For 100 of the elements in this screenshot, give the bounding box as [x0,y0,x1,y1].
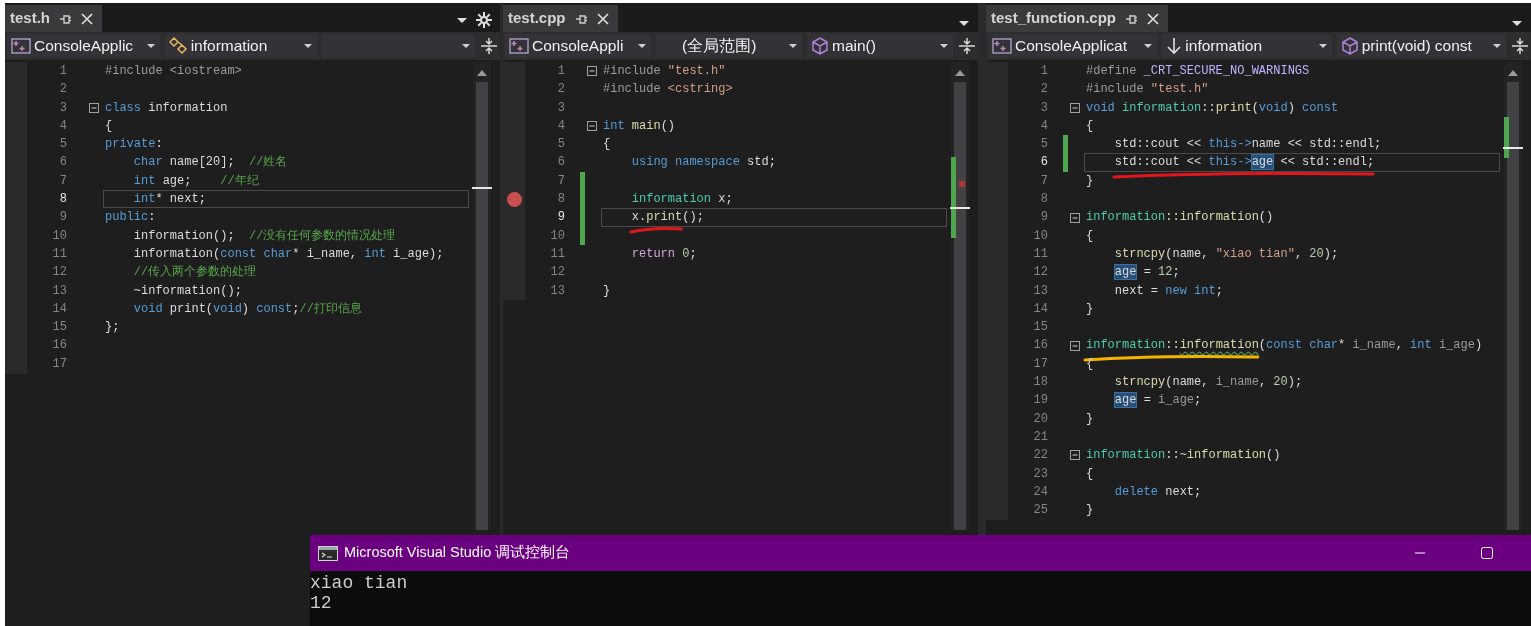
file-tab[interactable]: test.h [5,5,102,32]
code-line: ~information(); [132,282,243,300]
settings-icon[interactable] [476,12,492,28]
close-icon[interactable] [1146,11,1160,26]
code-line: return 0; [630,245,698,263]
line-number: 1 [1039,63,1048,80]
collapse-icon[interactable] [89,102,99,113]
collapse-icon[interactable] [587,66,597,77]
line-number: 4 [1039,117,1048,135]
line-number: 9 [556,209,565,227]
code-line: public: [104,209,157,227]
dropdown[interactable] [322,34,475,58]
code-line: private: [104,136,164,154]
minimize-icon[interactable] [1415,552,1425,554]
scrollbar-thumb[interactable] [476,82,488,530]
code-line: void information::print(void) const [1085,99,1340,117]
code-line: std::cout << this->name << std::endl; [1113,136,1383,154]
code-line: int main() [602,117,677,135]
dropdown-icon[interactable] [456,15,468,25]
scroll-up-arrow-icon[interactable] [954,68,966,77]
dropdown[interactable]: ConsoleAppli [505,34,651,58]
caret-icon [939,42,949,50]
code-line: { [1085,117,1095,135]
code-line: information x; [630,191,734,209]
line-number: 25 [1032,502,1048,520]
dropdown[interactable]: ConsoleApplicat [988,34,1158,58]
code-line: information(); //没有任何参数的情况处理 [132,227,397,245]
line-number: 1 [556,63,565,80]
line-number: 16 [1032,337,1048,355]
code-line: } [602,282,612,300]
caret-icon [1492,42,1502,50]
console-icon [318,545,338,561]
collapse-icon[interactable] [1070,212,1080,223]
close-icon[interactable] [80,11,94,26]
line-number: 7 [556,172,565,190]
caret-icon [461,42,471,50]
line-number: 10 [549,227,565,245]
code-line: { [1085,355,1095,373]
scrollbar[interactable] [951,62,969,530]
code-line: } [1085,172,1095,190]
line-number: 2 [556,81,565,99]
dropdown-icon[interactable] [958,18,970,28]
line-number: 11 [1032,245,1048,263]
console-output-line: xiao tian [310,573,409,593]
line-number: 7 [1039,172,1048,190]
dropdown[interactable]: main() [807,34,953,58]
dropdown[interactable]: information [164,34,318,58]
dropdown[interactable]: ConsoleApplic [7,34,160,58]
code-line: class information [104,99,229,117]
caret-icon [788,42,798,50]
collapse-icon[interactable] [1070,340,1080,351]
code-line: //传入两个参数的处理 [132,264,258,282]
dropdown[interactable]: information [1162,34,1332,58]
code-line: #include <iostream> [104,63,243,80]
code-line: char name[20]; //姓名 [132,154,289,172]
code-line: void print(void) const;//打印信息 [132,300,363,318]
collapse-icon[interactable] [587,121,597,132]
collapse-icon[interactable] [1070,102,1080,113]
line-number: 4 [58,117,67,135]
scrollbar[interactable] [473,62,491,530]
dropdown[interactable]: (全局范围) [656,34,802,58]
line-number: 22 [1032,447,1048,465]
split-icon[interactable] [958,37,976,55]
down-arrow-icon [1166,37,1183,55]
caret-icon [303,42,314,50]
line-number: 13 [1032,282,1048,300]
code-line: { [1085,227,1095,245]
scrollbar[interactable] [1504,62,1522,530]
code-line: delete next; [1113,483,1203,501]
line-number: 9 [58,209,67,227]
project-icon [509,38,529,54]
line-number: 2 [58,81,67,99]
scroll-up-arrow-icon[interactable] [476,68,488,77]
line-number: 5 [1039,136,1048,154]
line-number: 23 [1032,465,1048,483]
class-icon [168,37,188,55]
scrollbar-thumb[interactable] [954,82,966,530]
line-number: 4 [556,117,565,135]
line-number: 19 [1032,392,1048,410]
line-number: 3 [556,99,565,117]
maximize-icon[interactable] [1481,547,1493,559]
split-icon[interactable] [480,37,498,55]
split-icon[interactable] [1511,37,1529,55]
file-tab[interactable]: test_function.cpp [986,5,1168,32]
scrollbar-thumb[interactable] [1507,82,1519,530]
line-number: 16 [51,337,67,355]
collapse-icon[interactable] [1070,450,1080,461]
close-icon[interactable] [595,11,610,26]
line-number: 15 [1032,319,1048,337]
dropdown[interactable]: print(void) const [1336,34,1506,58]
code-line: information::information(const char* i_name, int i_age) [1084,336,1500,355]
caret-icon [1317,42,1328,50]
file-tab[interactable]: test.cpp [503,5,618,32]
scroll-up-arrow-icon[interactable] [1507,68,1519,77]
dropdown-icon[interactable] [1511,18,1523,28]
line-number: 13 [51,282,67,300]
line-number: 6 [556,154,565,172]
line-number: 12 [549,264,565,282]
line-number: 3 [58,99,67,117]
line-number: 6 [58,154,67,172]
